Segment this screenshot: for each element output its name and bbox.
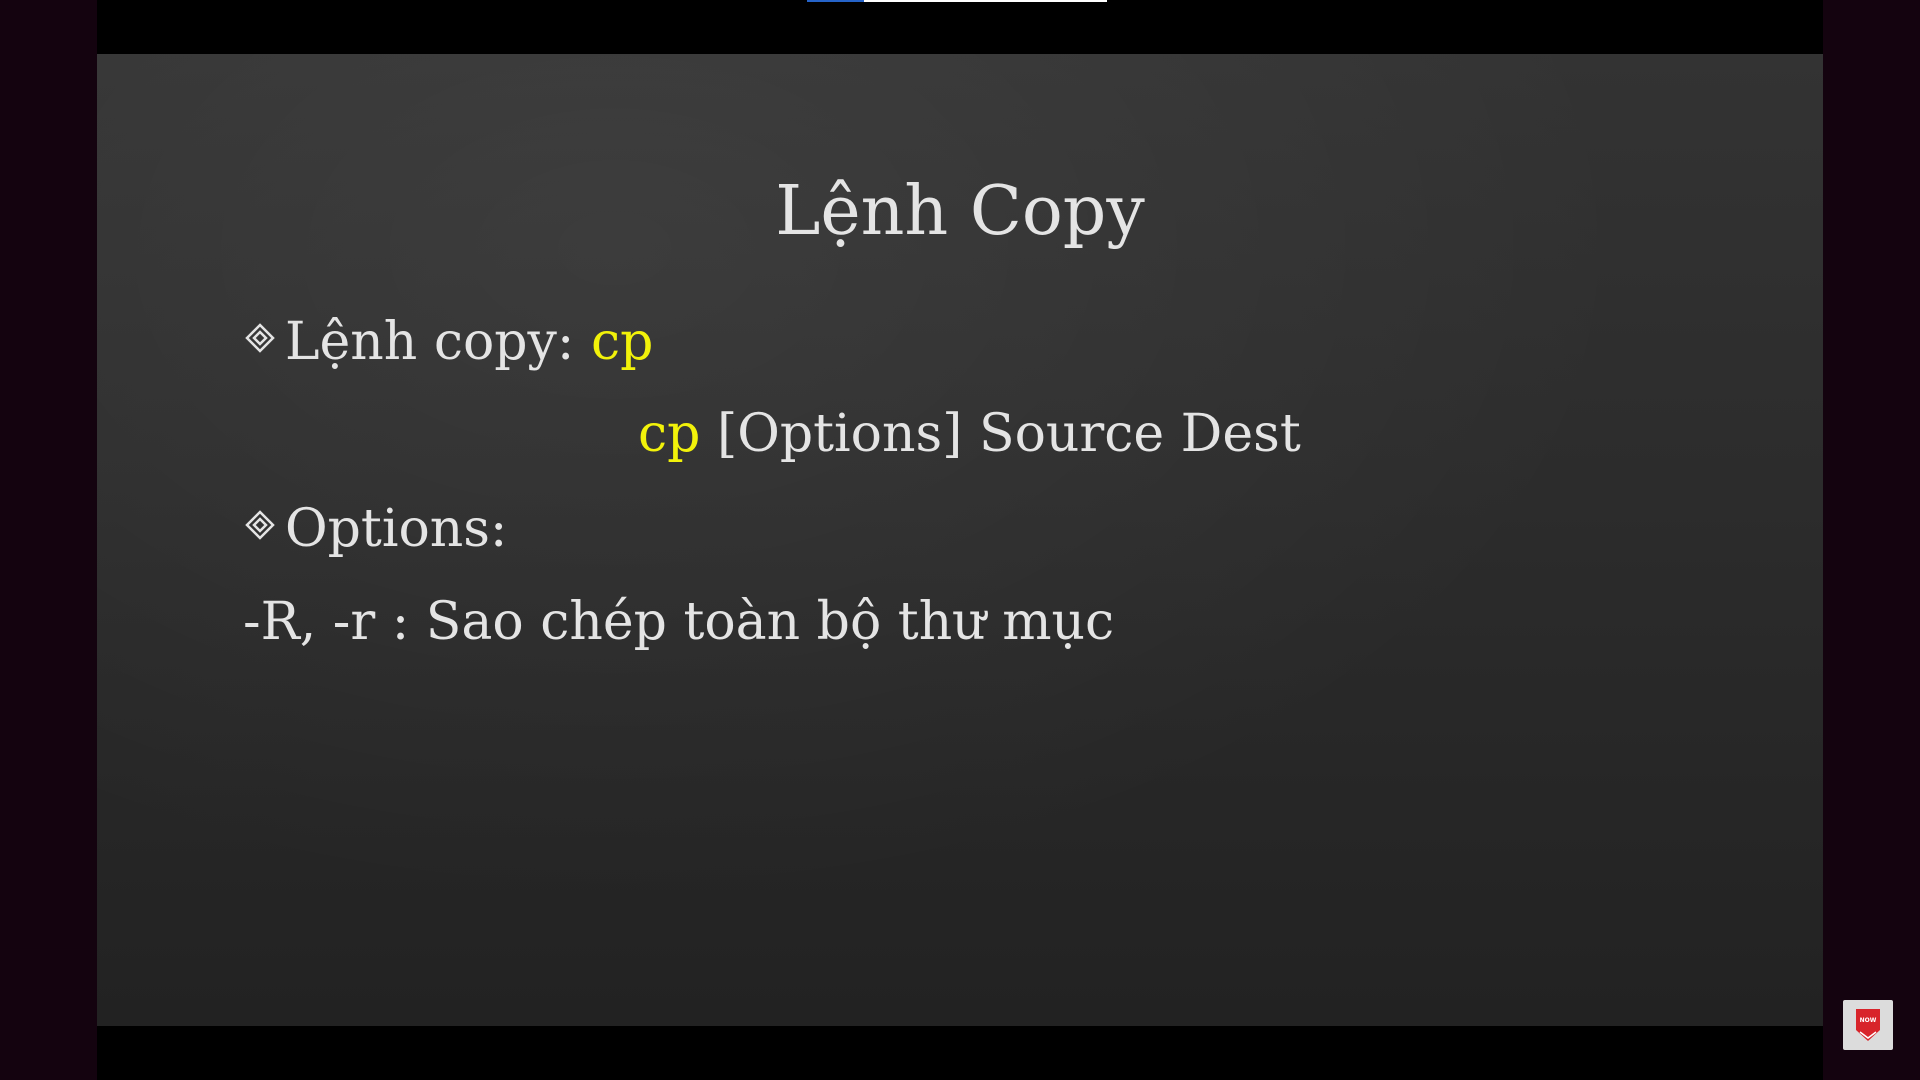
subscribe-badge[interactable]: NOW [1843,1000,1893,1050]
syntax-arguments: [Options] Source Dest [700,404,1301,464]
presentation-slide: Lệnh Copy Lệnh copy: cp cp [Options] Sou… [97,54,1823,1026]
progress-bar-fill [807,0,864,2]
option-recursive: -R, -r : Sao chép toàn bộ thư mục [243,592,1115,652]
copy-syntax: cp [Options] Source Dest [638,404,1301,464]
bullet-copy-label: Lệnh copy: [285,312,591,372]
subscribe-badge-text: NOW [1859,1017,1877,1024]
diamond-bullet-icon [245,510,275,540]
bullet-options-label: Options: [285,499,508,559]
video-player[interactable]: Lệnh Copy Lệnh copy: cp cp [Options] Sou… [0,0,1920,1080]
progress-bar[interactable] [807,0,1107,2]
slide-title: Lệnh Copy [775,172,1145,251]
bullet-options: Options: [245,499,507,559]
bullet-copy-command: Lệnh copy: cp [245,312,653,372]
bullet-copy-command-name: cp [590,312,654,372]
diamond-bullet-icon [245,323,275,353]
subscribe-badge-icon [1856,1009,1880,1041]
syntax-command: cp [638,404,701,464]
